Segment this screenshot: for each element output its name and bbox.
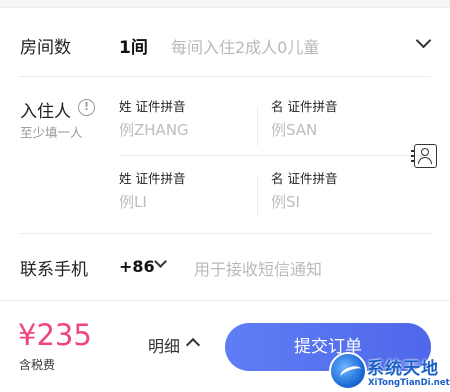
watermark-url: XiTongTianDi.net [368,378,450,388]
divider [257,106,258,146]
total-price: ¥235 [18,318,92,352]
phone-input[interactable]: 用于接收短信通知 [194,256,322,280]
info-icon[interactable]: ! [78,99,95,116]
surname-input[interactable]: 例ZHANG [119,119,189,140]
phone-label: 联系手机 [20,260,88,280]
divider [19,233,431,234]
globe-icon [329,352,367,390]
divider [257,175,258,215]
rooms-value: 1间 [119,38,148,58]
surname-label: 姓 证件拼音 [119,99,186,114]
given-name-label: 名 证件拼音 [271,171,338,186]
chevron-down-icon[interactable] [415,32,432,49]
surname-input[interactable]: 例LI [119,191,147,212]
watermark-title: 系统天地 [367,359,439,379]
given-name-input[interactable]: 例SI [271,191,300,212]
chevron-down-icon[interactable] [154,255,167,268]
top-divider [0,0,450,8]
given-name-label: 名 证件拼音 [271,99,338,114]
watermark-logo: 系统天地 XiTongTianDi.net [327,352,450,392]
divider [119,155,431,156]
guests-label: 入住人 [20,102,71,122]
divider [19,76,431,77]
price-detail-toggle[interactable]: 明细 [148,333,180,357]
rooms-label: 房间数 [20,38,71,58]
tax-note: 含税费 [19,358,56,372]
guests-sub-label: 至少填一人 [20,125,83,140]
rooms-hint: 每间入住2成人0儿童 [171,38,320,57]
given-name-input[interactable]: 例SAN [271,119,317,140]
country-code-select[interactable]: +86 [119,257,155,276]
surname-label: 姓 证件拼音 [119,171,186,186]
contact-book-icon[interactable] [411,144,437,168]
